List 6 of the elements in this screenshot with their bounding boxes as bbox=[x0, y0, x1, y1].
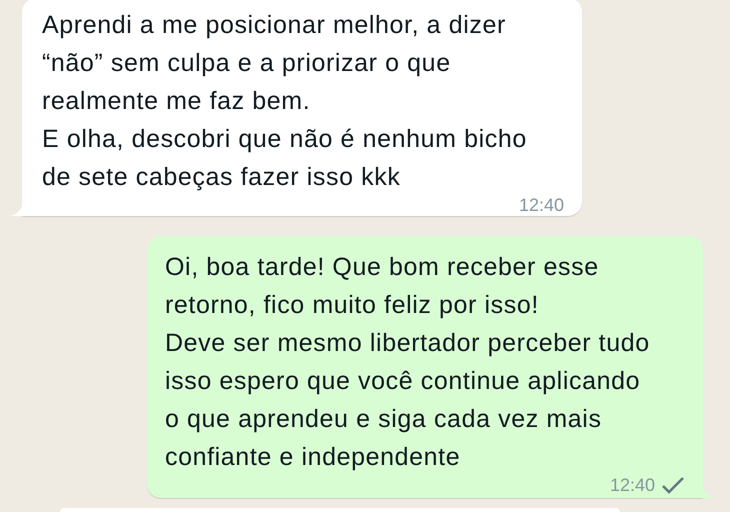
message-text: Oi, boa tarde! Que bom receber esse retorno, fico muito feliz por isso! bbox=[165, 252, 600, 321]
message-time: 12:40 bbox=[610, 474, 655, 496]
message-text: Deve ser mesmo libertador perceber tudo isso espero que você continue aplicando o que aprendeu e siga cada vez mais confiante e independente bbox=[165, 328, 651, 473]
message-text: E olha, descobri que não é nenhum bicho de sete cabeças fazer isso kkk bbox=[42, 124, 528, 193]
message-time: 12:40 bbox=[518, 194, 564, 216]
message-text: Aprendi a me posicionar melhor, a dizer “não” sem culpa e a priorizar o que realmente me faz bem. bbox=[42, 10, 507, 117]
